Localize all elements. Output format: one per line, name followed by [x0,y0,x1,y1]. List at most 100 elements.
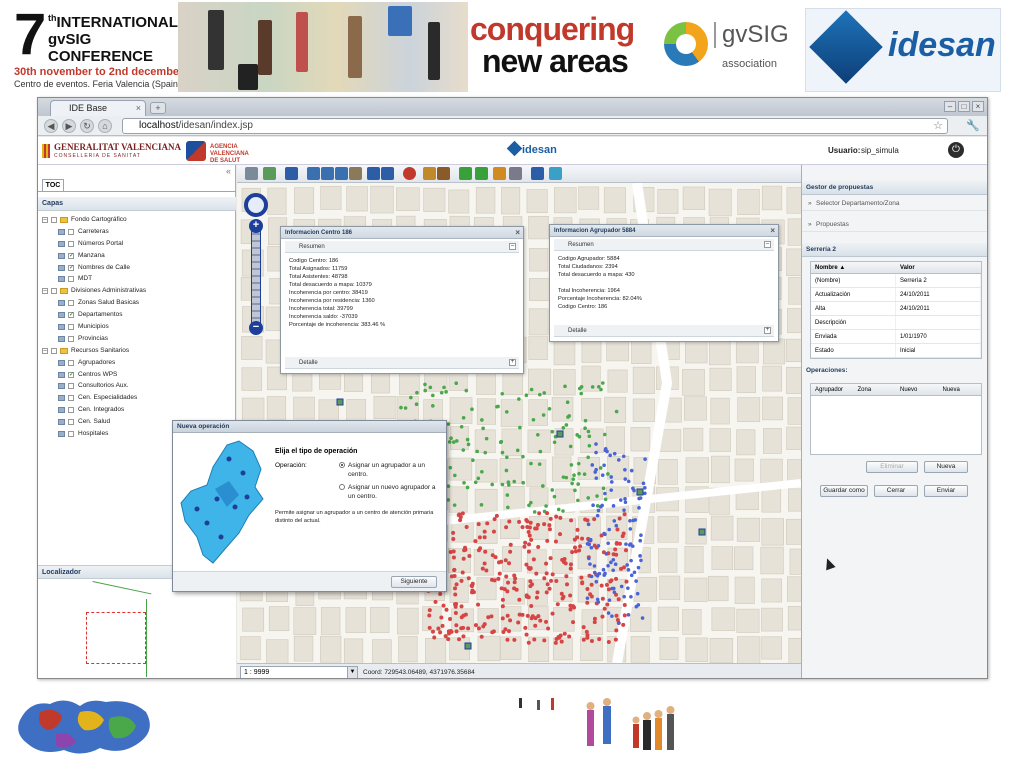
grid-row[interactable]: Alta 24/10/2011 [811,302,981,316]
collapse-icon[interactable]: – [509,243,516,250]
ops-col-nueva[interactable]: Nueva [939,384,982,395]
minimize-button[interactable]: – [944,101,956,112]
tree-item[interactable]: Provincias [38,333,236,345]
save-icon[interactable] [285,167,298,180]
reload-icon[interactable]: ↻ [80,119,94,133]
collapse-left-icon[interactable]: « [226,166,231,176]
home-icon[interactable]: ⌂ [98,119,112,133]
forward-icon[interactable]: ▶ [62,119,76,133]
expand-icon[interactable]: + [764,327,771,334]
zoom-box-icon[interactable] [307,167,320,180]
layer-checkbox[interactable]: ✓ [68,264,74,271]
info-icon[interactable] [403,167,416,180]
tree-item[interactable]: Agrupadores [38,357,236,369]
overview-map[interactable] [38,579,236,678]
expand-icon[interactable]: + [509,359,516,366]
collapse-icon[interactable]: – [764,241,771,248]
help-icon[interactable] [531,167,544,180]
edit-icon[interactable] [245,167,258,180]
grid-row[interactable]: Estado Inicial [811,344,981,358]
resumen-section[interactable]: Resumen – [554,239,774,251]
ops-col-nuevo[interactable]: Nuevo [896,384,939,395]
next-icon[interactable] [381,167,394,180]
previous-icon[interactable] [367,167,380,180]
compass-icon[interactable] [549,167,562,180]
scale-select[interactable]: 1 : 9999 ▼ [240,666,358,678]
grid-row[interactable]: Descripción [811,316,981,330]
layer-checkbox[interactable] [51,288,57,295]
pan-ring-icon[interactable] [244,193,268,217]
pan-zoom-control[interactable]: + − [244,193,268,335]
layer-checkbox[interactable] [51,217,57,223]
wrench-icon[interactable]: 🔧 [966,119,980,132]
tree-item[interactable]: Consultorios Aux. [38,380,236,392]
close-window-button[interactable]: × [972,101,984,112]
zoom-out-icon[interactable] [335,167,348,180]
tree-toggle-icon[interactable]: – [42,347,48,354]
url-bar[interactable]: localhost/idesan/index.jsp ☆ [122,118,948,134]
layer-checkbox[interactable] [68,240,74,247]
zoom-slider[interactable] [251,227,261,325]
grid-row[interactable]: Enviada 1/01/1970 [811,330,981,344]
tab-close-icon[interactable]: × [136,101,141,115]
close-icon[interactable]: × [515,227,520,239]
tab-toc[interactable]: TOC [42,179,64,191]
new-tab-button[interactable]: + [150,102,166,114]
tree-item[interactable]: ✓ Departamentos [38,309,236,321]
export-icon[interactable] [459,167,472,180]
layers-icon[interactable] [493,167,506,180]
tree-item[interactable]: Números Portal [38,238,236,250]
tree-item[interactable]: – Recursos Sanitarios [38,345,236,357]
tree-item[interactable]: Carreteras [38,226,236,238]
tree-item[interactable]: Cen. Especialidades [38,392,236,404]
layer-checkbox[interactable] [68,324,74,331]
option-assign-new[interactable]: Asignar un nuevo agrupador a un centro. [348,483,438,501]
layer-checkbox[interactable] [68,419,74,426]
tree-item[interactable]: ✓ Manzana [38,250,236,262]
zoom-in-icon[interactable]: + [249,219,263,233]
close-icon[interactable]: × [770,225,775,237]
browser-tab[interactable]: IDE Base × [50,100,146,116]
layer-checkbox[interactable] [68,431,74,438]
layer-checkbox[interactable] [51,347,57,354]
print-icon[interactable] [509,167,522,180]
nueva-button[interactable]: Nueva [924,461,968,473]
enviar-button[interactable]: Enviar [924,485,968,497]
layer-checkbox[interactable] [68,407,74,414]
propuestas-link[interactable]: Propuestas [802,218,987,232]
layer-checkbox[interactable] [68,335,74,342]
tree-item[interactable]: Zonas Salud Basicas [38,297,236,309]
grid-header-value[interactable]: Valor [896,262,981,273]
layer-checkbox[interactable]: ✓ [68,252,74,259]
hand-icon[interactable] [349,167,362,180]
cerrar-button[interactable]: Cerrar [874,485,918,497]
tree-item[interactable]: MDT [38,273,236,285]
guardar-como-button[interactable]: Guardar como [820,485,868,497]
grid-row[interactable]: Actualización 24/10/2011 [811,288,981,302]
ops-col-agrupador[interactable]: Agrupador [811,384,854,395]
layer-checkbox[interactable]: ✓ [68,312,74,319]
layer-checkbox[interactable] [68,276,74,283]
radio-assign-new[interactable] [339,484,345,490]
zoom-in-icon[interactable] [321,167,334,180]
tree-item[interactable]: – Divisiones Administrativas [38,285,236,297]
bookmark-star-icon[interactable]: ☆ [933,119,943,133]
layer-checkbox[interactable] [68,228,74,235]
tree-item[interactable]: ✓ Centros WPS [38,369,236,381]
option-assign-existing[interactable]: Asignar un agrupador a un centro. [348,461,438,479]
tree-item[interactable]: ✓ Nombres de Calle [38,262,236,274]
resumen-section[interactable]: Resumen – [285,241,519,253]
layer-checkbox[interactable] [68,395,74,402]
layer-checkbox[interactable] [68,383,74,390]
measure-icon[interactable] [437,167,450,180]
maximize-button[interactable]: □ [958,101,970,112]
detalle-section[interactable]: Detalle + [554,325,774,337]
zoom-out-icon[interactable]: − [249,321,263,335]
radio-assign-existing[interactable] [339,462,345,468]
tree-toggle-icon[interactable]: – [42,288,48,295]
back-icon[interactable]: ◀ [44,119,58,133]
grid-row[interactable]: (Nombre) Serrería 2 [811,274,981,288]
import-icon[interactable] [475,167,488,180]
tree-toggle-icon[interactable]: – [42,217,48,223]
eliminar-button[interactable]: Eliminar [866,461,918,473]
